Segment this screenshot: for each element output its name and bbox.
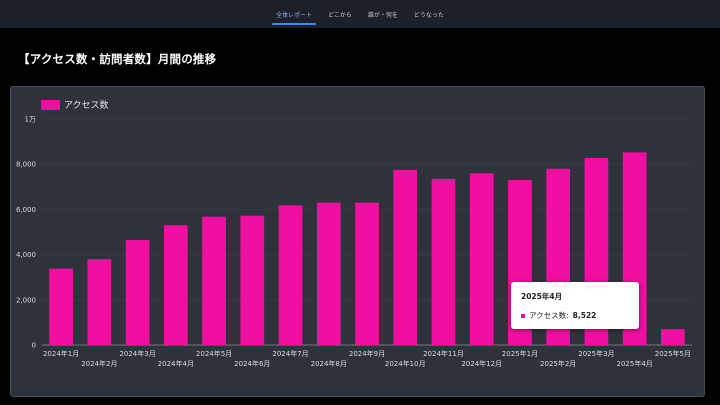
y-tick-label: 0 bbox=[32, 342, 36, 350]
x-tick-label: 2024年6月 bbox=[234, 359, 270, 368]
bar bbox=[49, 268, 73, 345]
bar bbox=[393, 169, 418, 345]
y-tick-label: 1万 bbox=[25, 116, 36, 124]
chart-tooltip: 2025年4月 アクセス数: 8,522 bbox=[511, 282, 639, 329]
x-tick-label: 2024年1月 bbox=[43, 349, 79, 358]
x-tick-label: 2024年10月 bbox=[385, 359, 426, 368]
x-tick-label: 2025年2月 bbox=[540, 359, 576, 368]
x-tick-label: 2024年3月 bbox=[119, 349, 155, 358]
x-tick-label: 2024年12月 bbox=[461, 359, 502, 368]
bar bbox=[316, 202, 341, 345]
y-tick-label: 2,000 bbox=[16, 296, 36, 304]
tooltip-series-dot bbox=[521, 313, 525, 318]
x-tick-label: 2025年4月 bbox=[617, 359, 653, 368]
bar-chart: 02,0004,0006,0008,0001万2024年1月2024年2月202… bbox=[16, 116, 692, 368]
x-tick-label: 2024年7月 bbox=[272, 349, 308, 358]
bar bbox=[163, 225, 188, 345]
bar bbox=[469, 173, 494, 345]
x-tick-label: 2024年5月 bbox=[196, 349, 232, 358]
tooltip-row: アクセス数: 8,522 bbox=[521, 310, 596, 321]
bar bbox=[202, 216, 226, 345]
x-tick-label: 2024年8月 bbox=[311, 359, 347, 368]
x-tick-label: 2024年9月 bbox=[349, 349, 385, 358]
bar bbox=[355, 202, 379, 345]
tab-where-from[interactable]: どこから bbox=[320, 0, 360, 28]
y-tick-label: 8,000 bbox=[16, 161, 36, 169]
tooltip-title: 2025年4月 bbox=[521, 292, 563, 301]
bar bbox=[87, 259, 112, 345]
tab-outcome[interactable]: どうなった bbox=[406, 0, 452, 28]
x-tick-label: 2024年2月 bbox=[81, 359, 117, 368]
tab-who-what[interactable]: 誰が・何を bbox=[360, 0, 406, 28]
top-navigation: 全体レポート どこから 誰が・何を どうなった bbox=[0, 0, 720, 28]
x-tick-label: 2024年4月 bbox=[158, 359, 194, 368]
tab-overview-report[interactable]: 全体レポート bbox=[268, 0, 320, 28]
chart-card: アクセス数 0 2,000 4,000 6,000 8,000 1万 2024年1月 2024… bbox=[10, 86, 705, 397]
y-tick-label: 6,000 bbox=[16, 206, 36, 214]
page-title: 【アクセス数・訪問者数】月間の推移 bbox=[18, 52, 217, 66]
bar bbox=[431, 178, 456, 345]
x-tick-label: 2025年3月 bbox=[578, 349, 614, 358]
bar bbox=[278, 205, 303, 345]
tooltip-series-value: 8,522 bbox=[572, 311, 597, 320]
x-tick-label: 2025年5月 bbox=[655, 349, 691, 358]
tooltip-series-label: アクセス数: bbox=[529, 311, 569, 320]
x-tick-label: 2025年1月 bbox=[502, 349, 538, 358]
bar bbox=[125, 239, 150, 345]
bar bbox=[240, 215, 265, 345]
y-tick-label: 4,000 bbox=[16, 251, 36, 259]
x-tick-label: 2024年11月 bbox=[423, 349, 464, 358]
bar bbox=[661, 329, 685, 345]
